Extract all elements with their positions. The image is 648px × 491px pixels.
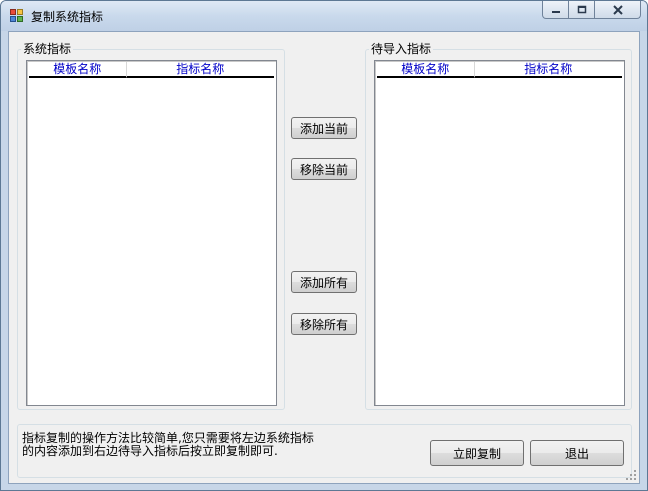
- remove-all-button[interactable]: 移除所有: [291, 313, 357, 335]
- minimize-button[interactable]: [542, 1, 569, 19]
- pending-indicators-group: 待导入指标 模板名称 指标名称: [365, 42, 632, 410]
- app-grid-icon[interactable]: [10, 9, 24, 23]
- column-indicator-name[interactable]: 指标名称: [125, 62, 274, 78]
- resize-grip[interactable]: [626, 470, 636, 480]
- column-indicator-name[interactable]: 指标名称: [473, 62, 622, 78]
- caption-buttons: [542, 1, 641, 19]
- pending-list-header: 模板名称 指标名称: [377, 62, 622, 78]
- add-current-button[interactable]: 添加当前: [291, 117, 357, 139]
- system-list-header: 模板名称 指标名称: [29, 62, 274, 78]
- add-all-button[interactable]: 添加所有: [291, 271, 357, 293]
- close-button[interactable]: [595, 1, 641, 19]
- minimize-icon: [551, 10, 560, 13]
- remove-current-button[interactable]: 移除当前: [291, 158, 357, 180]
- maximize-button[interactable]: [569, 1, 595, 19]
- app-window: 复制系统指标 系统指标 模板名称 指标名称 添加当前 移除当前 添加所有 移除所…: [0, 0, 648, 491]
- window-title: 复制系统指标: [31, 10, 104, 24]
- system-indicators-title: 系统指标: [21, 42, 74, 56]
- title-bar[interactable]: 复制系统指标: [1, 1, 647, 31]
- pending-indicators-title: 待导入指标: [369, 42, 434, 56]
- system-indicators-group: 系统指标 模板名称 指标名称: [17, 42, 285, 410]
- instruction-line-2: 的内容添加到右边待导入指标后按立即复制即可.: [22, 444, 278, 458]
- copy-now-button[interactable]: 立即复制: [430, 440, 524, 466]
- maximize-icon: [577, 5, 586, 13]
- instruction-text: 指标复制的操作方法比较简单,您只需要将左边系统指标 的内容添加到右边待导入指标后…: [22, 432, 342, 458]
- close-icon: [612, 4, 623, 15]
- client-area: 系统指标 模板名称 指标名称 添加当前 移除当前 添加所有 移除所有 待导入指标…: [8, 31, 640, 484]
- column-template-name[interactable]: 模板名称: [29, 62, 126, 78]
- pending-indicators-list[interactable]: 模板名称 指标名称: [374, 60, 625, 406]
- column-template-name[interactable]: 模板名称: [377, 62, 474, 78]
- system-indicators-list[interactable]: 模板名称 指标名称: [26, 60, 277, 406]
- exit-button[interactable]: 退出: [530, 440, 624, 466]
